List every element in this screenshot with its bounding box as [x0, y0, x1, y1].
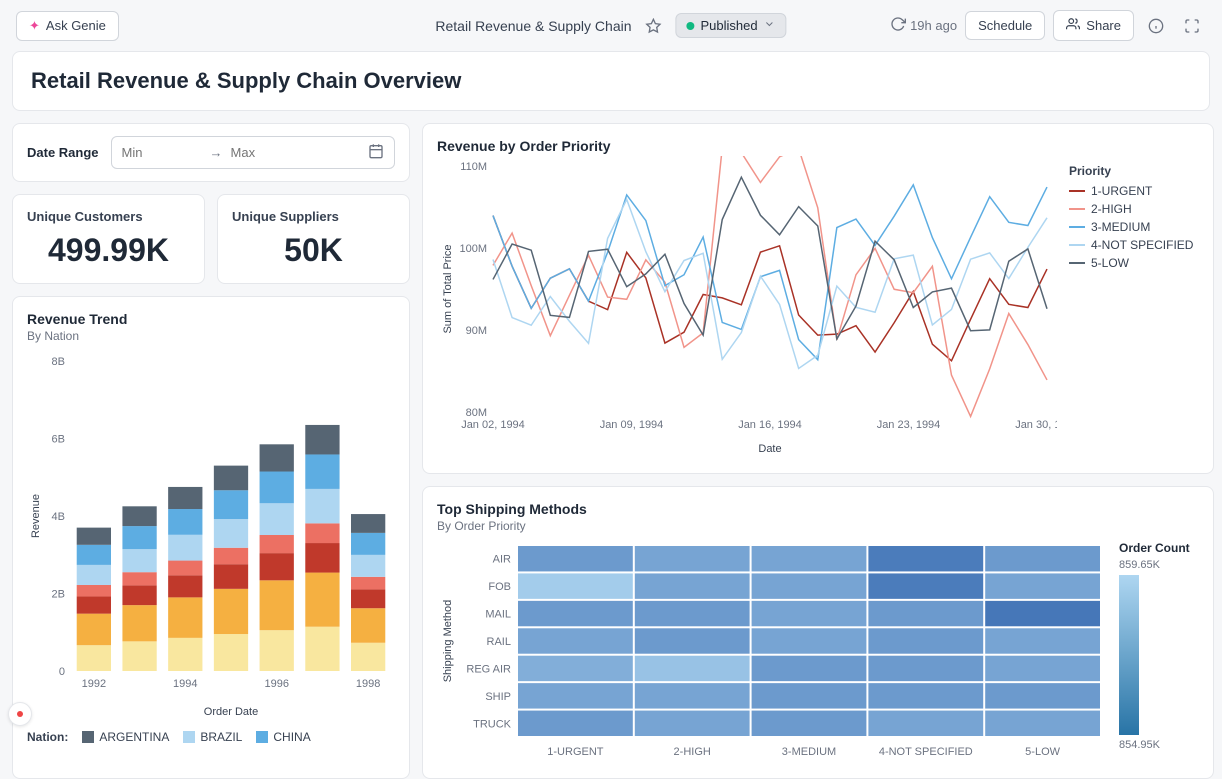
shipping-subtitle: By Order Priority — [437, 519, 1199, 533]
unique-suppliers-value: 50K — [232, 232, 395, 269]
revenue-trend-card: Revenue Trend By Nation 0 2B 4B 6B 8B Revenue… — [12, 296, 410, 779]
revenue-trend-title: Revenue Trend — [27, 311, 395, 327]
svg-text:AIR: AIR — [493, 554, 511, 566]
svg-text:4B: 4B — [52, 511, 65, 523]
svg-text:1-URGENT: 1-URGENT — [547, 746, 604, 758]
colorbar-min: 854.95K — [1119, 739, 1199, 751]
legend-notspec: 4-NOT SPECIFIED — [1091, 238, 1193, 252]
svg-text:4-NOT SPECIFIED: 4-NOT SPECIFIED — [879, 746, 973, 758]
last-updated-text: 19h ago — [910, 18, 957, 33]
revenue-priority-title: Revenue by Order Priority — [437, 138, 1199, 154]
date-max-input[interactable] — [231, 145, 311, 160]
svg-text:1992: 1992 — [82, 678, 106, 690]
fullscreen-icon[interactable] — [1178, 12, 1206, 40]
unique-suppliers-label: Unique Suppliers — [232, 209, 395, 224]
date-range-card: Date Range → — [12, 123, 410, 182]
svg-text:Jan 02, 1994: Jan 02, 1994 — [461, 419, 525, 431]
date-range-label: Date Range — [27, 145, 99, 160]
svg-text:1996: 1996 — [264, 678, 288, 690]
svg-text:90M: 90M — [466, 325, 487, 337]
chevron-down-icon — [764, 18, 776, 33]
ask-genie-button[interactable]: ✦ Ask Genie — [16, 11, 119, 41]
svg-text:Jan 16, 1994: Jan 16, 1994 — [738, 419, 802, 431]
date-min-input[interactable] — [122, 145, 202, 160]
revenue-trend-subtitle: By Nation — [27, 329, 395, 343]
svg-text:REG AIR: REG AIR — [466, 663, 511, 675]
legend-low: 5-LOW — [1091, 256, 1129, 270]
published-label: Published — [701, 18, 758, 33]
svg-text:RAIL: RAIL — [487, 636, 511, 648]
shipping-methods-card: Top Shipping Methods By Order Priority A… — [422, 486, 1214, 779]
share-label: Share — [1086, 18, 1121, 33]
nation-legend-label: Nation: — [27, 730, 68, 744]
svg-text:2B: 2B — [52, 589, 65, 601]
share-button[interactable]: Share — [1053, 10, 1134, 41]
svg-text:0: 0 — [59, 666, 65, 678]
legend-argentina: ARGENTINA — [99, 730, 169, 744]
legend-china: CHINA — [273, 730, 310, 744]
date-range-input-wrap: → — [111, 136, 395, 169]
svg-text:1998: 1998 — [356, 678, 380, 690]
info-icon[interactable] — [1142, 12, 1170, 40]
status-dot-icon — [687, 22, 695, 30]
shipping-heatmap[interactable]: AIR FOB MAIL RAIL REG AIR SHIP TRUCK 1-URGENT 2-… — [437, 541, 1107, 764]
legend-brazil: BRAZIL — [200, 730, 242, 744]
svg-text:Order Date: Order Date — [204, 706, 258, 718]
dashboard-title: Retail Revenue & Supply Chain — [435, 18, 631, 34]
legend-medium: 3-MEDIUM — [1091, 220, 1150, 234]
svg-text:2-HIGH: 2-HIGH — [674, 746, 711, 758]
colorbar-title: Order Count — [1119, 541, 1199, 555]
svg-text:SHIP: SHIP — [485, 691, 511, 703]
svg-text:MAIL: MAIL — [485, 609, 511, 621]
revenue-priority-card: Revenue by Order Priority 80M 90M 100M 110M… — [422, 123, 1214, 474]
revenue-trend-chart[interactable]: 0 2B 4B 6B 8B Revenue 1992 1994 1996 1998 Order Da… — [27, 351, 395, 724]
svg-text:5-LOW: 5-LOW — [1025, 746, 1060, 758]
svg-text:Shipping Method: Shipping Method — [442, 600, 454, 683]
arrow-right-icon: → — [210, 145, 223, 160]
revenue-priority-legend: Priority 1-URGENT 2-HIGH 3-MEDIUM 4-NOT … — [1069, 156, 1199, 459]
page-title: Retail Revenue & Supply Chain Overview — [31, 68, 1191, 94]
svg-text:Jan 09, 1994: Jan 09, 1994 — [600, 419, 664, 431]
revenue-priority-chart[interactable]: 80M 90M 100M 110M Sum of Total Price Jan 02, … — [437, 156, 1057, 459]
revenue-trend-legend: Nation: ARGENTINA BRAZIL CHINA — [27, 730, 395, 744]
unique-customers-card: Unique Customers 499.99K — [12, 194, 205, 284]
colorbar-gradient — [1119, 575, 1139, 735]
svg-text:100M: 100M — [459, 243, 487, 255]
unique-customers-value: 499.99K — [27, 232, 190, 269]
ask-genie-label: Ask Genie — [46, 18, 106, 33]
svg-text:80M: 80M — [466, 407, 487, 419]
svg-text:Jan 23, 1994: Jan 23, 1994 — [877, 419, 941, 431]
refresh-icon[interactable] — [890, 16, 906, 35]
unique-suppliers-card: Unique Suppliers 50K — [217, 194, 410, 284]
shipping-title: Top Shipping Methods — [437, 501, 1199, 517]
unique-customers-label: Unique Customers — [27, 209, 190, 224]
svg-text:Sum of Total Price: Sum of Total Price — [442, 244, 454, 333]
published-badge[interactable]: Published — [676, 13, 787, 38]
calendar-icon[interactable] — [368, 143, 384, 162]
colorbar-max: 859.65K — [1119, 559, 1199, 571]
legend-high: 2-HIGH — [1091, 202, 1132, 216]
svg-text:6B: 6B — [52, 434, 65, 446]
svg-text:1994: 1994 — [173, 678, 197, 690]
priority-legend-title: Priority — [1069, 164, 1199, 178]
svg-text:Date: Date — [758, 443, 781, 455]
overview-card: Retail Revenue & Supply Chain Overview — [12, 51, 1210, 111]
svg-text:8B: 8B — [52, 356, 65, 368]
svg-text:Revenue: Revenue — [30, 494, 42, 538]
sparkle-icon: ✦ — [29, 18, 40, 34]
chat-bubble-icon[interactable] — [8, 702, 32, 726]
people-icon — [1066, 17, 1080, 34]
svg-text:3-MEDIUM: 3-MEDIUM — [782, 746, 836, 758]
svg-text:110M: 110M — [460, 161, 487, 173]
schedule-label: Schedule — [978, 18, 1032, 33]
star-icon[interactable] — [640, 12, 668, 40]
svg-text:TRUCK: TRUCK — [473, 718, 512, 730]
legend-urgent: 1-URGENT — [1091, 184, 1152, 198]
heatmap-colorbar: Order Count 859.65K 854.95K — [1119, 541, 1199, 764]
schedule-button[interactable]: Schedule — [965, 11, 1045, 40]
svg-text:Jan 30, 1994: Jan 30, 1994 — [1015, 419, 1057, 431]
svg-text:FOB: FOB — [488, 581, 511, 593]
